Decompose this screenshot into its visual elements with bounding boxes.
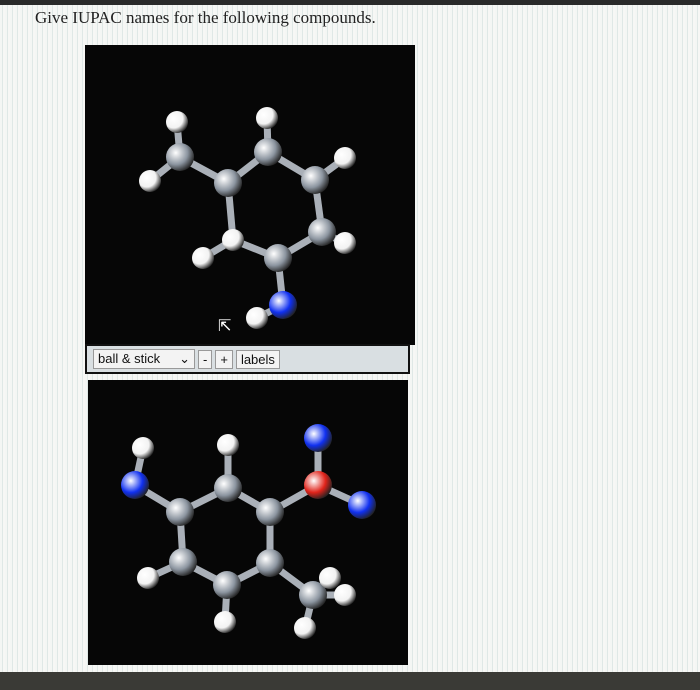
carbon-atom	[214, 474, 242, 502]
carbon-atom	[254, 138, 282, 166]
bottom-border	[0, 672, 700, 690]
hydrogen-atom	[319, 567, 341, 589]
zoom-out-button[interactable]: -	[198, 349, 213, 369]
nitrogen-atom	[269, 291, 297, 319]
hydrogen-atom	[256, 107, 278, 129]
molecule-2-model[interactable]	[88, 380, 408, 665]
hydrogen-atom	[192, 247, 214, 269]
carbon-atom	[256, 498, 284, 526]
labels-button[interactable]: labels	[235, 349, 280, 369]
hydrogen-atom	[222, 229, 244, 251]
molecule-viewer-2[interactable]	[88, 380, 408, 665]
carbon-atom	[213, 571, 241, 599]
molecule-1-model[interactable]	[85, 45, 415, 345]
oxygen-atom	[304, 471, 332, 499]
hydrogen-atom	[137, 567, 159, 589]
hydrogen-atom	[139, 170, 161, 192]
top-border	[0, 0, 700, 5]
nitrogen-atom	[348, 491, 376, 519]
hydrogen-atom	[132, 437, 154, 459]
render-style-select[interactable]: ball & stick ⌄	[93, 349, 195, 369]
nitrogen-atom	[304, 424, 332, 452]
carbon-atom	[214, 169, 242, 197]
carbon-atom	[256, 549, 284, 577]
question-prompt: Give IUPAC names for the following compo…	[35, 8, 376, 27]
hydrogen-atom	[214, 611, 236, 633]
hydrogen-atom	[246, 307, 268, 329]
nitrogen-atom	[121, 471, 149, 499]
hydrogen-atom	[217, 434, 239, 456]
viewer-toolbar: ball & stick ⌄ - + labels	[85, 344, 410, 374]
hydrogen-atom	[334, 232, 356, 254]
render-style-value: ball & stick	[98, 351, 161, 366]
zoom-in-button[interactable]: +	[215, 349, 233, 369]
hydrogen-atom	[334, 147, 356, 169]
carbon-atom	[166, 498, 194, 526]
carbon-atom	[166, 143, 194, 171]
carbon-atom	[308, 218, 336, 246]
carbon-atom	[264, 244, 292, 272]
mouse-cursor-icon: ⇱	[218, 318, 232, 335]
carbon-atom	[301, 166, 329, 194]
chevron-down-icon: ⌄	[179, 351, 190, 366]
hydrogen-atom	[294, 617, 316, 639]
carbon-atom	[169, 548, 197, 576]
hydrogen-atom	[334, 584, 356, 606]
hydrogen-atom	[166, 111, 188, 133]
molecule-viewer-1[interactable]	[85, 45, 415, 345]
